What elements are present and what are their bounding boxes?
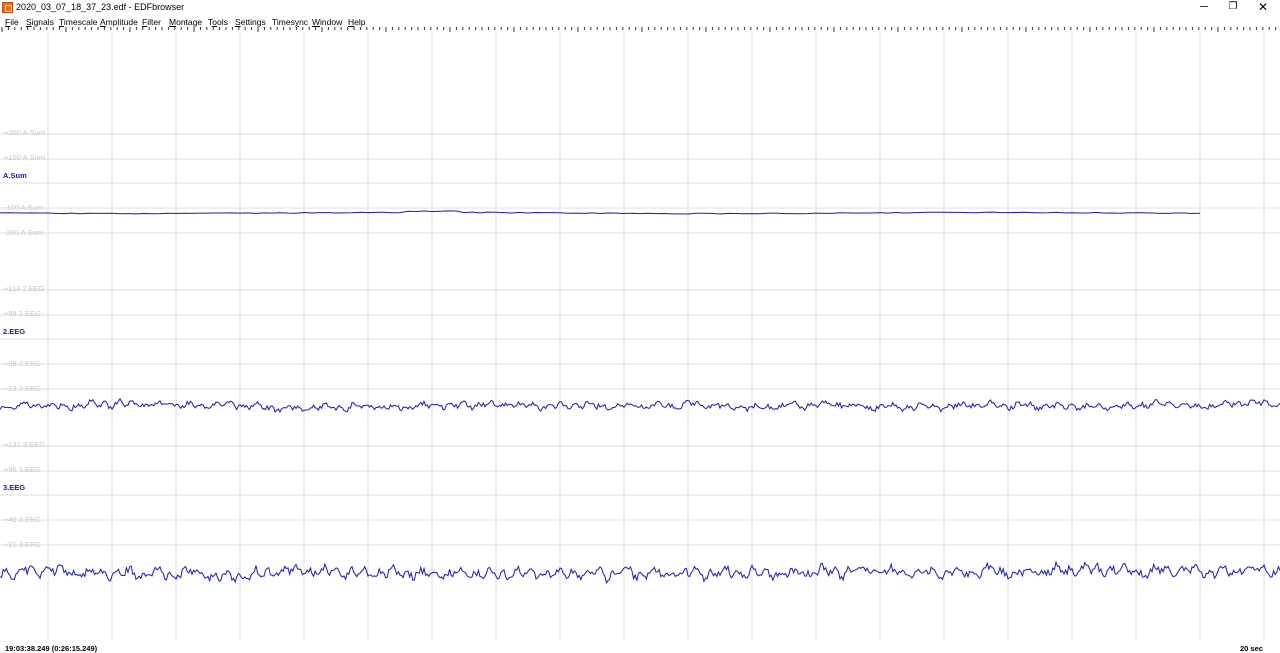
window-title: 2020_03_07_18_37_23.edf - EDFbrowser xyxy=(16,2,185,12)
menu-amplitude[interactable]: Amplitude xyxy=(100,17,138,27)
close-button[interactable]: ✕ xyxy=(1248,0,1278,14)
menu-timesync[interactable]: Timesync xyxy=(272,17,308,27)
signal-plot-area[interactable]: +200 A.Sum +100 A.Sum -100 A.Sum -200 A.Sum… xyxy=(0,33,1280,639)
trace-3-eeg xyxy=(0,560,1280,585)
title-bar: 2020_03_07_18_37_23.edf - EDFbrowser ─ ❐… xyxy=(0,0,1280,15)
menu-timescale[interactable]: Timescale xyxy=(59,17,97,27)
minimize-button[interactable]: ─ xyxy=(1189,0,1219,14)
signal-traces xyxy=(0,210,1280,585)
menu-signals[interactable]: Signals xyxy=(26,17,54,27)
restore-button[interactable]: ❐ xyxy=(1218,0,1248,14)
menu-settings[interactable]: Settings xyxy=(235,17,266,27)
trace-2-eeg xyxy=(0,397,1280,414)
menu-help[interactable]: Help xyxy=(348,17,365,27)
menu-window[interactable]: Window xyxy=(312,17,342,27)
menu-tools[interactable]: Tools xyxy=(208,17,228,27)
menu-file[interactable]: File xyxy=(5,17,19,27)
trace-a-sum xyxy=(0,210,1201,215)
menu-filter[interactable]: Filter xyxy=(142,17,161,27)
status-timescale-readout: 20 sec xyxy=(1240,644,1263,653)
edfbrowser-app-icon xyxy=(2,2,13,13)
status-time-readout: 19:03:38.249 (0:26:15.249) xyxy=(5,644,98,653)
menu-montage[interactable]: Montage xyxy=(169,17,202,27)
